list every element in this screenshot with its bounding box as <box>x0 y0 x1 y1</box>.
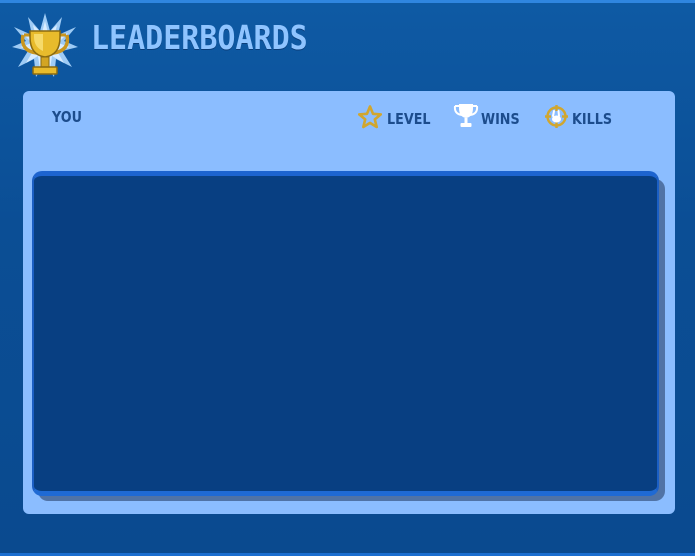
column-header-wins: WINS <box>481 110 520 128</box>
wins-trophy-icon <box>452 102 480 130</box>
star-icon <box>357 105 383 129</box>
column-header-you: YOU <box>52 108 82 126</box>
column-header-kills: KILLS <box>572 110 613 128</box>
leaderboards-window: LEADERBOARDS YOU LEVEL WINS KILLS <box>0 0 695 556</box>
page-title: LEADERBOARDS <box>91 19 308 58</box>
leaderboard-list[interactable] <box>32 171 659 496</box>
leaderboard-panel: YOU LEVEL WINS KILLS <box>23 91 675 514</box>
column-header-level: LEVEL <box>387 110 431 128</box>
crosshair-icon <box>544 104 569 129</box>
title-bar: LEADERBOARDS <box>0 3 695 88</box>
trophy-icon <box>10 11 80 81</box>
